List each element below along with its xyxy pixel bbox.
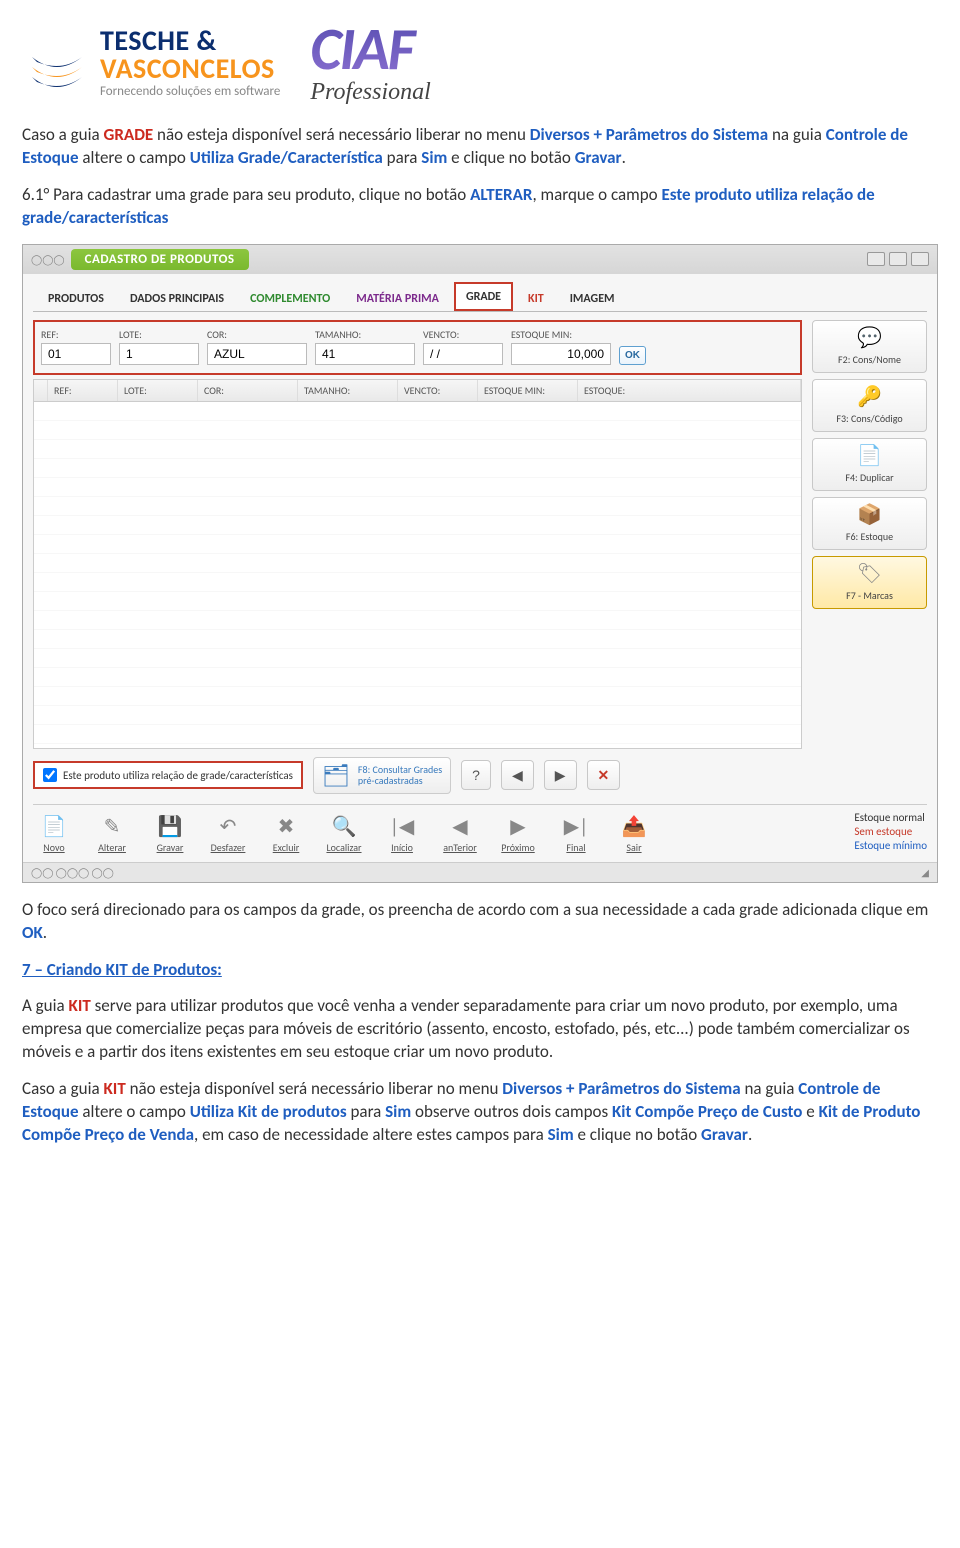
grade-grid: REF: LOTE: COR: TAMANHO: VENCTO: ESTOQUE…	[33, 379, 802, 749]
paragraph-grade-tip: Caso a guia GRADE não esteja disponível …	[22, 124, 938, 170]
gh-cor: COR:	[198, 380, 298, 401]
f8-consultar-button[interactable]: 🗂 F8: Consultar Grades pré-cadastradas	[313, 757, 451, 794]
estoquemin-label: ESTOQUE MIN:	[511, 328, 611, 341]
gh-ref: REF:	[48, 380, 118, 401]
tag-icon: 🏷	[856, 563, 884, 585]
gh-estoquemin: ESTOQUE MIN:	[478, 380, 578, 401]
tool-gravar[interactable]: 💾Gravar	[149, 815, 191, 854]
section-7-heading: 7 – Criando KIT de Produtos:	[22, 959, 938, 982]
logo-tesche-vasconcelos: TESCHE & VASCONCELOS Fornecendo soluções…	[22, 27, 280, 98]
header-logos: TESCHE & VASCONCELOS Fornecendo soluções…	[22, 20, 938, 104]
speech-icon: 💬	[856, 327, 884, 349]
tool-icon: 🔍	[332, 815, 357, 839]
tamanho-input[interactable]	[315, 343, 415, 365]
tool-icon: |◀	[390, 815, 415, 839]
tab-materia-prima[interactable]: MATÉRIA PRIMA	[345, 285, 450, 311]
box-icon: 📦	[856, 504, 884, 526]
copy-icon: 📄	[856, 445, 884, 467]
tabs: PRODUTOS DADOS PRINCIPAIS COMPLEMENTO MA…	[33, 282, 927, 312]
ok-button[interactable]: OK	[619, 346, 646, 365]
paragraph-focus: O foco será direcionado para os campos d…	[22, 899, 938, 945]
tool-excluir[interactable]: ✖Excluir	[265, 815, 307, 854]
gh-vencto: VENCTO:	[398, 380, 478, 401]
folder-search-icon: 🗂	[322, 762, 350, 789]
tool-icon: ▶|	[564, 815, 589, 839]
delete-button[interactable]: ✕	[587, 760, 621, 790]
tool-icon: 📄	[42, 815, 67, 839]
app-window: ◯◯◯ CADASTRO DE PRODUTOS PRODUTOS DADOS …	[22, 244, 938, 883]
checkbox-grade-label: Este produto utiliza relação de grade/ca…	[63, 769, 293, 782]
tamanho-label: TAMANHO:	[315, 328, 415, 341]
tool-icon: 💾	[158, 815, 183, 839]
titlebar-left-corner: ◯◯◯	[31, 253, 65, 266]
grade-input-bar: REF: LOTE: COR: TAMANHO:	[33, 320, 802, 375]
paragraph-kit-intro: A guia KIT serve para utilizar produtos …	[22, 995, 938, 1064]
tool-alterar[interactable]: ✎Alterar	[91, 815, 133, 854]
titlebar: ◯◯◯ CADASTRO DE PRODUTOS	[23, 245, 937, 274]
tool-icon: ✖	[278, 815, 295, 839]
bottom-toolbar: 📄Novo ✎Alterar 💾Gravar ↶Desfazer ✖Excluir 🔍Lo…	[33, 804, 927, 854]
stock-legend: Estoque normal Sem estoque Estoque mínim…	[854, 811, 927, 854]
side-f7-marcas[interactable]: 🏷 F7 - Marcas	[812, 556, 927, 609]
close-icon[interactable]	[911, 252, 929, 266]
tool-icon: ◀	[452, 815, 467, 839]
ref-input[interactable]	[41, 343, 111, 365]
checkbox-grade[interactable]	[43, 768, 57, 782]
cor-input[interactable]	[207, 343, 307, 365]
window-title: CADASTRO DE PRODUTOS	[71, 249, 249, 270]
side-f4-duplicar[interactable]: 📄 F4: Duplicar	[812, 438, 927, 491]
cor-label: COR:	[207, 328, 307, 341]
side-f3-cons-codigo[interactable]: 🔑 F3: Cons/Código	[812, 379, 927, 432]
statusbar: ◯◯ ◯◯◯ ◯◯◢	[23, 862, 937, 882]
lote-label: LOTE:	[119, 328, 199, 341]
tool-icon: 📤	[622, 815, 647, 839]
tv-mark-icon	[22, 27, 92, 97]
tool-icon: ▶	[510, 815, 525, 839]
logo-ciaf: CIAF Professional	[310, 20, 430, 104]
window-controls	[867, 252, 929, 266]
gh-estoque: ESTOQUE:	[578, 380, 801, 401]
vencto-label: VENCTO:	[423, 328, 503, 341]
tool-desfazer[interactable]: ↶Desfazer	[207, 815, 249, 854]
tool-anterior[interactable]: ◀anTerior	[439, 815, 481, 854]
tv-tagline: Fornecendo soluções em software	[100, 85, 280, 98]
tab-kit[interactable]: KIT	[517, 285, 555, 311]
tab-grade[interactable]: GRADE	[454, 282, 513, 311]
tool-icon: ✎	[104, 815, 121, 839]
minimize-icon[interactable]	[867, 252, 885, 266]
paragraph-step-6-1: 6.1° Para cadastrar uma grade para seu p…	[22, 184, 938, 230]
side-f2-cons-nome[interactable]: 💬 F2: Cons/Nome	[812, 320, 927, 373]
checkbox-grade-wrap: Este produto utiliza relação de grade/ca…	[33, 761, 303, 789]
tab-complemento[interactable]: COMPLEMENTO	[239, 285, 341, 311]
tool-final[interactable]: ▶|Final	[555, 815, 597, 854]
grid-body[interactable]	[34, 402, 801, 748]
side-f6-estoque[interactable]: 📦 F6: Estoque	[812, 497, 927, 550]
prev-button[interactable]: ◀	[501, 760, 534, 790]
lower-bar: Este produto utiliza relação de grade/ca…	[33, 757, 802, 794]
paragraph-kit-tip: Caso a guia KIT não esteja disponível se…	[22, 1078, 938, 1147]
ciaf-name: CIAF	[310, 20, 430, 80]
tool-localizar[interactable]: 🔍Localizar	[323, 815, 365, 854]
vencto-input[interactable]	[423, 343, 503, 365]
tool-próximo[interactable]: ▶Próximo	[497, 815, 539, 854]
tool-icon: ↶	[220, 815, 237, 839]
estoquemin-input[interactable]	[511, 343, 611, 365]
tv-line2: VASCONCELOS	[100, 55, 280, 83]
tab-imagem[interactable]: IMAGEM	[559, 285, 626, 311]
help-button[interactable]: ?	[461, 760, 491, 790]
tool-novo[interactable]: 📄Novo	[33, 815, 75, 854]
lote-input[interactable]	[119, 343, 199, 365]
key-icon: 🔑	[856, 386, 884, 408]
ref-label: REF:	[41, 328, 111, 341]
ciaf-tag: Professional	[310, 80, 430, 104]
gh-tamanho: TAMANHO:	[298, 380, 398, 401]
tab-produtos[interactable]: PRODUTOS	[37, 285, 115, 311]
tool-sair[interactable]: 📤Sair	[613, 815, 655, 854]
gh-lote: LOTE:	[118, 380, 198, 401]
tab-dados-principais[interactable]: DADOS PRINCIPAIS	[119, 285, 235, 311]
next-button[interactable]: ▶	[544, 760, 577, 790]
side-panel: 💬 F2: Cons/Nome 🔑 F3: Cons/Código 📄 F4: …	[812, 320, 927, 794]
maximize-icon[interactable]	[889, 252, 907, 266]
tool-início[interactable]: |◀Início	[381, 815, 423, 854]
